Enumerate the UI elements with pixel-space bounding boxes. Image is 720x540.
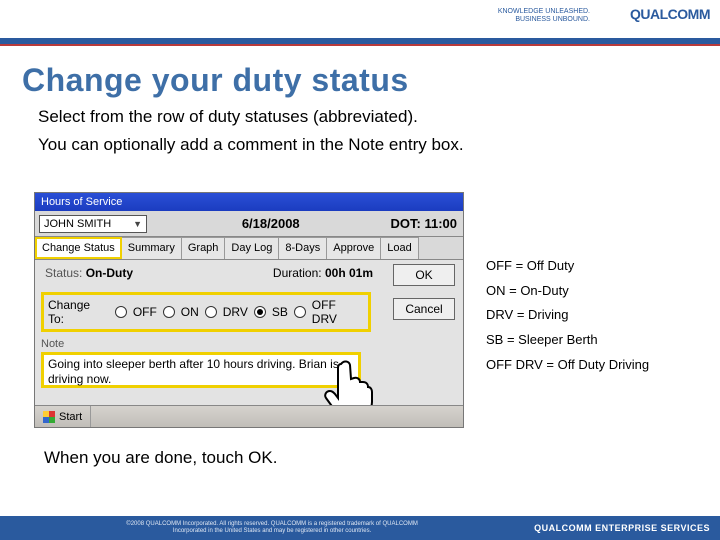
taskbar: Start	[35, 405, 463, 427]
current-date: 6/18/2008	[151, 216, 391, 231]
tagline-line-1: KNOWLEDGE UNLEASHED.	[498, 8, 590, 16]
tagline-line-2: BUSINESS UNBOUND.	[498, 16, 590, 24]
note-input[interactable]: Going into sleeper berth after 10 hours …	[41, 352, 361, 388]
legend-item: OFF DRV = Off Duty Driving	[486, 353, 649, 378]
duration-label: Duration:	[273, 266, 322, 280]
option-on: ON	[181, 305, 199, 319]
option-off-drv: OFF DRV	[312, 298, 364, 326]
tab-graph[interactable]: Graph	[181, 237, 226, 259]
legend-item: OFF = Off Duty	[486, 254, 649, 279]
cancel-button[interactable]: Cancel	[393, 298, 455, 320]
slide-footer: ©2008 QUALCOMM Incorporated. All rights …	[0, 516, 720, 540]
instruction-line-2: You can optionally add a comment in the …	[38, 135, 720, 155]
change-status-panel: Status: On-Duty Duration: 00h 01m OK Can…	[35, 260, 463, 406]
footer-brand: QUALCOMM ENTERPRISE SERVICES	[534, 523, 710, 533]
tab-summary[interactable]: Summary	[121, 237, 182, 259]
app-window: Hours of Service JOHN SMITH ▼ 6/18/2008 …	[34, 192, 464, 428]
window-titlebar: Hours of Service	[35, 193, 463, 211]
tab-approve[interactable]: Approve	[326, 237, 381, 259]
radio-on[interactable]	[163, 306, 175, 318]
legend-item: SB = Sleeper Berth	[486, 328, 649, 353]
radio-drv[interactable]	[205, 306, 217, 318]
header-row: JOHN SMITH ▼ 6/18/2008 DOT: 11:00	[35, 211, 463, 237]
dot-clock: DOT: 11:00	[391, 216, 463, 231]
ok-button[interactable]: OK	[393, 264, 455, 286]
qualcomm-logo: QUALCOMM	[630, 6, 710, 22]
tab-load[interactable]: Load	[380, 237, 418, 259]
change-to-row: Change To: OFF ON DRV SB OFF DRV	[41, 292, 371, 332]
start-button[interactable]: Start	[35, 406, 91, 427]
option-sb: SB	[272, 305, 288, 319]
radio-off-drv[interactable]	[294, 306, 306, 318]
copyright-text: ©2008 QUALCOMM Incorporated. All rights …	[122, 521, 422, 534]
legend-item: DRV = Driving	[486, 303, 649, 328]
status-label: Status:	[45, 266, 82, 280]
tab-8-days[interactable]: 8-Days	[278, 237, 327, 259]
slide-header: KNOWLEDGE UNLEASHED. BUSINESS UNBOUND. Q…	[0, 0, 720, 44]
instruction-line-1: Select from the row of duty statuses (ab…	[38, 107, 720, 127]
tab-change-status[interactable]: Change Status	[35, 237, 122, 259]
radio-off[interactable]	[115, 306, 127, 318]
chevron-down-icon: ▼	[133, 219, 142, 229]
tab-row: Change Status Summary Graph Day Log 8-Da…	[35, 237, 463, 260]
radio-sb[interactable]	[254, 306, 266, 318]
driver-dropdown[interactable]: JOHN SMITH ▼	[39, 215, 147, 233]
option-drv: DRV	[223, 305, 248, 319]
duration-value: 00h 01m	[325, 266, 373, 280]
legend: OFF = Off Duty ON = On-Duty DRV = Drivin…	[486, 254, 649, 377]
duration-block: Duration: 00h 01m	[273, 266, 373, 280]
option-off: OFF	[133, 305, 157, 319]
windows-logo-icon	[43, 411, 55, 423]
page-title: Change your duty status	[22, 62, 720, 99]
driver-name: JOHN SMITH	[44, 218, 111, 230]
header-tagline: KNOWLEDGE UNLEASHED. BUSINESS UNBOUND.	[498, 8, 590, 23]
start-label: Start	[59, 411, 82, 423]
status-value: On-Duty	[86, 266, 133, 280]
tab-day-log[interactable]: Day Log	[224, 237, 279, 259]
note-label: Note	[41, 338, 457, 350]
accent-line	[0, 44, 720, 46]
legend-item: ON = On-Duty	[486, 279, 649, 304]
closing-instruction: When you are done, touch OK.	[44, 448, 277, 468]
status-block: Status: On-Duty	[45, 266, 133, 280]
change-to-label: Change To:	[48, 298, 109, 326]
